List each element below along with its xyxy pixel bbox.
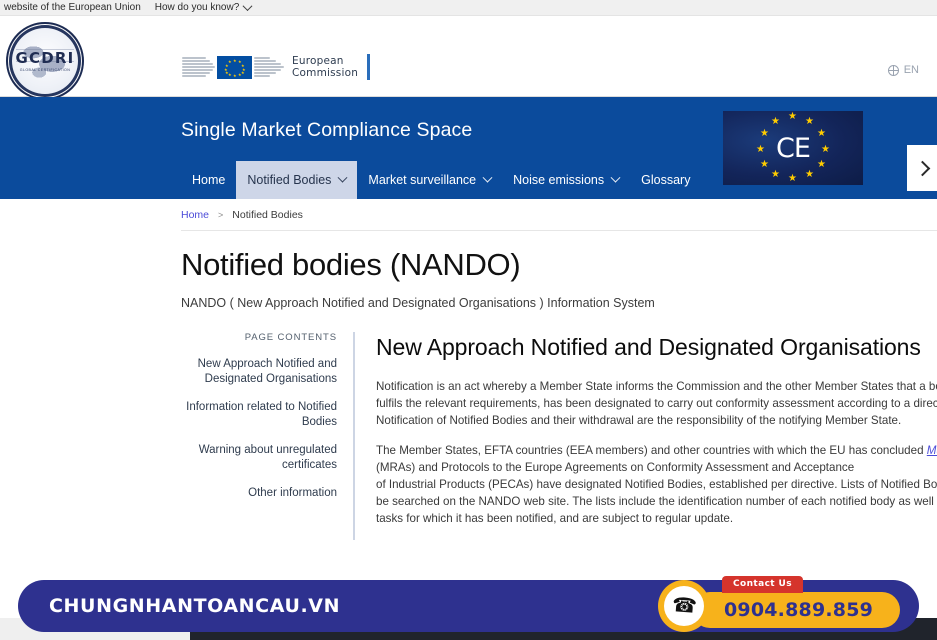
- contact-phone-number[interactable]: 0904.889.859: [724, 599, 873, 621]
- toc-item-other-information[interactable]: Other information: [181, 486, 337, 501]
- page-subtitle: NANDO ( New Approach Notified and Design…: [181, 296, 655, 310]
- site-banner: Single Market Compliance Space Home Noti…: [0, 97, 937, 199]
- page-root: website of the European Union How do you…: [0, 0, 937, 640]
- nav-item-market-surveillance-label: Market surveillance: [368, 173, 477, 187]
- language-selector[interactable]: EN: [887, 64, 919, 76]
- eu-notice-text: website of the European Union: [4, 2, 141, 13]
- nav-item-noise-emissions-label: Noise emissions: [513, 173, 605, 187]
- ec-logo-accent-bar: [367, 54, 371, 80]
- paragraph-1-line-2: fulfils the relevant requirements, has b…: [376, 397, 937, 410]
- page-title-block: Notified bodies (NANDO) NANDO ( New Appr…: [0, 231, 937, 310]
- ec-logo-line2: Commission: [292, 67, 359, 79]
- banner-title: Single Market Compliance Space: [181, 119, 473, 141]
- eu-notice-bar: website of the European Union How do you…: [0, 0, 937, 16]
- eu-flag-icon: ★ ★ ★ ★ ★ ★ ★ ★ ★ ★ ★ ★: [217, 55, 252, 79]
- page-contents-nav: PAGE CONTENTS New Approach Notified and …: [181, 332, 355, 540]
- main-navigation: Home Notified Bodies Market surveillance…: [181, 161, 701, 199]
- article-heading: New Approach Notified and Designated Org…: [376, 334, 921, 360]
- paragraph-2-line-3: of Industrial Products (PECAs) have desi…: [376, 478, 937, 491]
- breadcrumb-home-link[interactable]: Home: [181, 209, 209, 221]
- globe-icon: [887, 64, 899, 76]
- chevron-right-icon: [914, 160, 930, 176]
- nav-item-notified-bodies-label: Notified Bodies: [247, 173, 332, 187]
- ec-wing-right-icon: [254, 56, 284, 78]
- nav-item-glossary[interactable]: Glossary: [630, 161, 701, 199]
- watermark-banner: CHUNGNHANTOANCAU.VN Contact Us ☎ 0904.88…: [18, 576, 919, 632]
- paragraph-1-line-1: Notification is an act whereby a Member …: [376, 380, 937, 393]
- ec-logo-line1: European: [292, 55, 344, 67]
- european-commission-logo[interactable]: ★ ★ ★ ★ ★ ★ ★ ★ ★ ★ ★ ★ European Commiss…: [182, 54, 371, 80]
- article-paragraph-1: Notification is an act whereby a Member …: [376, 378, 937, 429]
- page-contents-label: PAGE CONTENTS: [244, 332, 337, 343]
- paragraph-2-line-1: The Member States, EFTA countries (EEA m…: [376, 442, 937, 459]
- gcdri-logo-tagline: GLOBAL CERTIFICATION: [19, 67, 71, 72]
- nav-item-glossary-label: Glossary: [641, 173, 691, 187]
- nav-item-home[interactable]: Home: [181, 161, 236, 199]
- nav-item-noise-emissions[interactable]: Noise emissions: [502, 161, 630, 199]
- content-area: PAGE CONTENTS New Approach Notified and …: [0, 310, 937, 540]
- language-code: EN: [903, 64, 919, 76]
- toc-item-new-approach[interactable]: New Approach Notified and Designated Org…: [181, 357, 337, 387]
- chevron-down-icon: [610, 172, 621, 183]
- paragraph-1-line-3: Notification of Notified Bodies and thei…: [376, 414, 902, 427]
- contact-us-tab[interactable]: Contact Us: [722, 576, 804, 593]
- gcdri-logo[interactable]: GCDRI GLOBAL CERTIFICATION: [6, 22, 84, 100]
- ec-logo-text: European Commission: [292, 55, 358, 79]
- toc-item-information-related[interactable]: Information related to Notified Bodies: [181, 400, 337, 430]
- page-title: Notified bodies (NANDO): [181, 247, 521, 282]
- paragraph-2-line-4: be searched on the NANDO web site. The l…: [376, 495, 937, 508]
- how-do-you-know-label: How do you know?: [154, 2, 240, 13]
- contact-phone-badge[interactable]: ☎: [658, 580, 710, 632]
- article-paragraph-2: The Member States, EFTA countries (EEA m…: [376, 442, 937, 527]
- paragraph-2-line-2: (MRAs) and Protocols to the Europe Agree…: [376, 461, 855, 474]
- ce-letters: CE: [776, 132, 811, 164]
- contact-widget[interactable]: Contact Us ☎ 0904.889.859: [658, 574, 900, 634]
- chevron-down-icon: [242, 1, 253, 12]
- nav-item-notified-bodies[interactable]: Notified Bodies: [236, 161, 358, 199]
- toc-item-warning-certificates[interactable]: Warning about unregulated certificates: [181, 443, 337, 473]
- chevron-down-icon: [482, 172, 493, 183]
- phone-ringing-icon: ☎: [670, 594, 698, 618]
- breadcrumb: Home > Notified Bodies: [0, 199, 937, 230]
- chevron-down-icon: [337, 172, 348, 183]
- watermark-site-name: CHUNGNHANTOANCAU.VN: [49, 595, 341, 617]
- article: New Approach Notified and Designated Org…: [355, 332, 937, 540]
- gcdri-logo-text: GCDRI: [15, 48, 75, 67]
- paragraph-2-before-link: The Member States, EFTA countries (EEA m…: [376, 444, 927, 457]
- paragraph-2-line-5: tasks for which it has been notified, an…: [376, 512, 734, 525]
- nav-item-home-label: Home: [192, 173, 226, 187]
- carousel-next-button[interactable]: [907, 145, 937, 191]
- ec-wing-left-icon: [182, 56, 215, 78]
- nav-item-market-surveillance[interactable]: Market surveillance: [357, 161, 502, 199]
- ce-marking-image: ★ ★ ★ ★ ★ ★ ★ ★ ★ ★ ★ ★ CE: [723, 111, 863, 185]
- site-header: GCDRI GLOBAL CERTIFICATION ★ ★ ★ ★ ★ ★ ★…: [0, 16, 937, 100]
- mutual-recognition-agreements-link[interactable]: Mutual recognition agreements: [927, 444, 937, 457]
- how-do-you-know-toggle[interactable]: How do you know?: [154, 1, 253, 13]
- breadcrumb-current: Notified Bodies: [232, 209, 303, 221]
- breadcrumb-separator-icon: >: [218, 210, 224, 220]
